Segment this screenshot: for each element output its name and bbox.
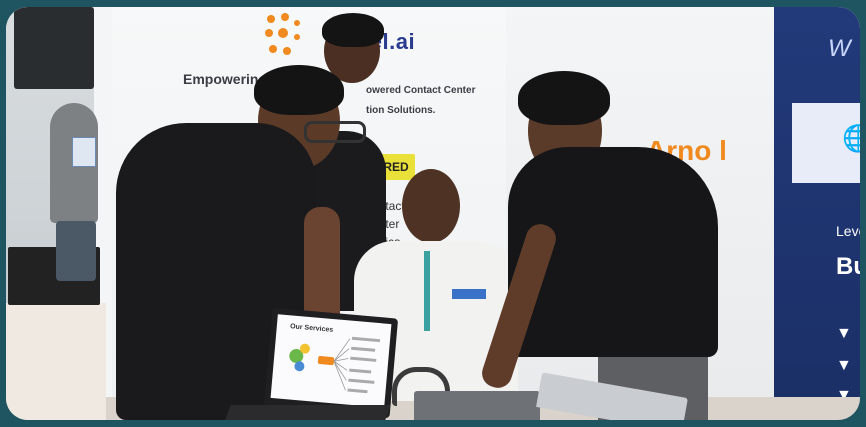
person-right [468, 65, 718, 420]
right-panel-line2: Bu [836, 253, 860, 280]
side-desk [6, 303, 106, 420]
shield-icon: ▼ [836, 325, 852, 342]
shield-icon: ▼ [836, 357, 852, 374]
id-badge [72, 137, 96, 167]
right-panel-line1: Leve [836, 223, 860, 239]
laptop-second [414, 391, 540, 420]
laptop-keyboard [225, 405, 391, 420]
bystander [20, 85, 100, 281]
lanyard [424, 251, 430, 331]
loudspeaker [14, 7, 94, 89]
welcome-fragment: W [828, 35, 851, 62]
glasses [304, 121, 366, 143]
globe-icon: 🌐 [842, 123, 860, 153]
photo-frame: otel.ai Empowering t owered Contact Cent… [6, 7, 860, 420]
